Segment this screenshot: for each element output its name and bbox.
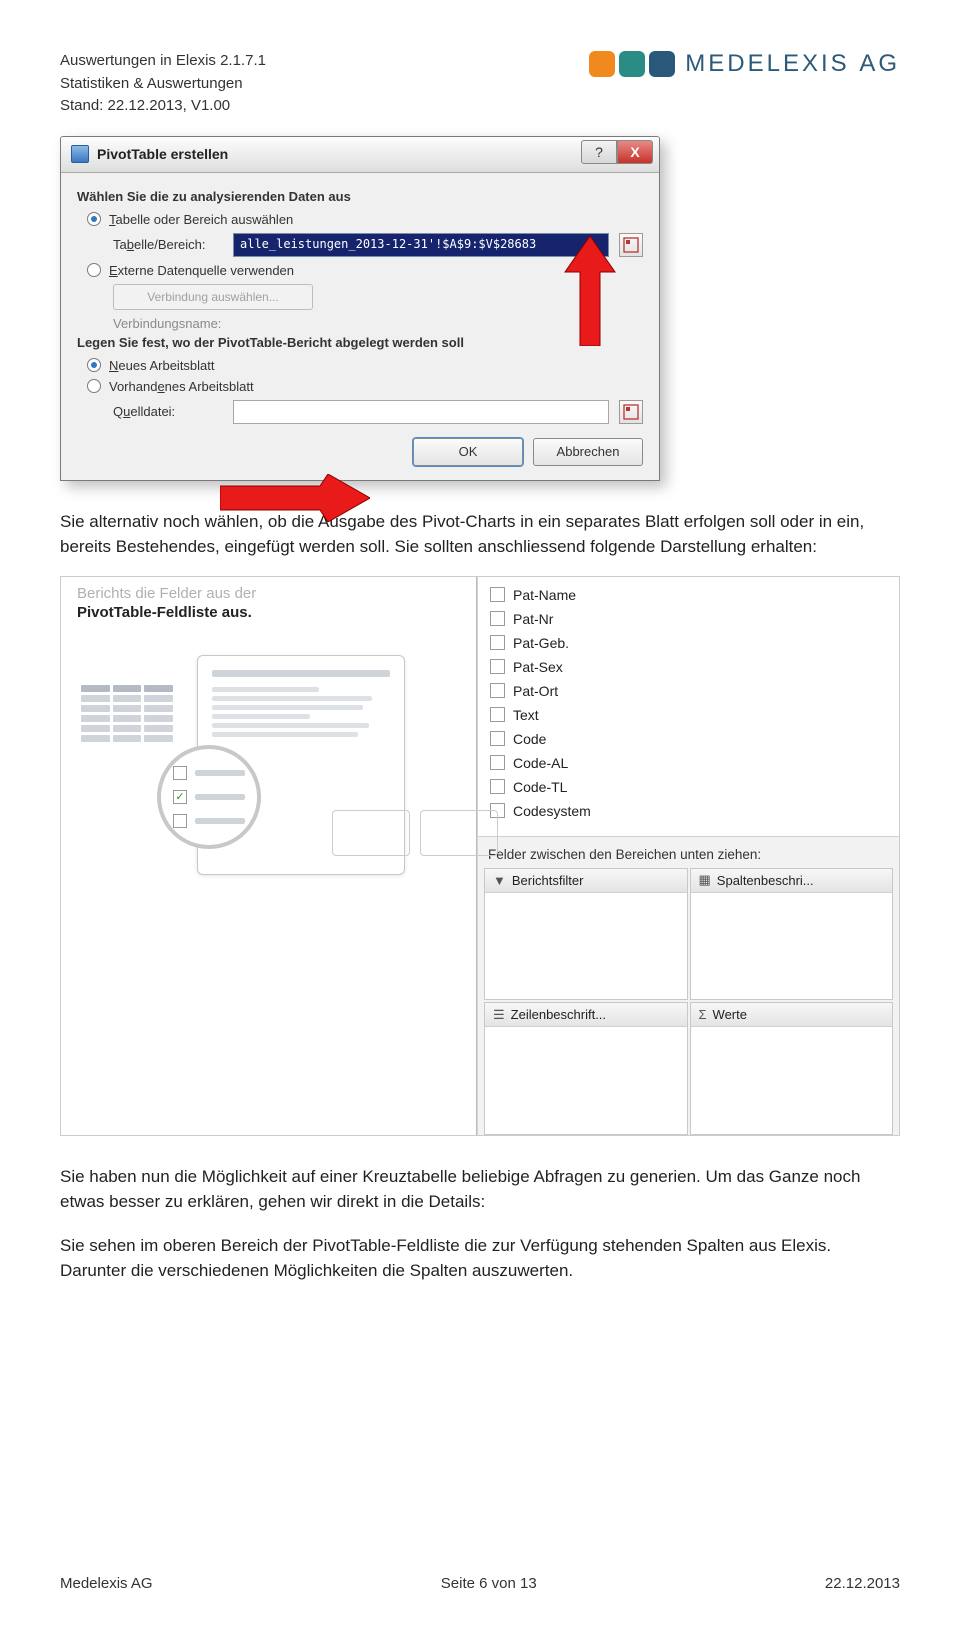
range-label: Tabelle/Bereich: [113,237,223,252]
red-arrow-icon [560,236,620,346]
document-footer: Medelexis AG Seite 6 von 13 22.12.2013 [60,1575,900,1592]
help-button[interactable]: ? [581,140,617,164]
footer-left: Medelexis AG [60,1575,153,1592]
field-list-item[interactable]: Pat-Name [484,583,893,607]
gray-hint-text: Berichts die Felder aus der [77,585,460,602]
brand: MEDELEXIS AG [589,50,900,78]
doc-meta: Auswertungen in Elexis 2.1.7.1 Statistik… [60,50,266,118]
checkbox-icon[interactable] [490,635,505,650]
section-location: Legen Sie fest, wo der PivotTable-Berich… [77,335,643,350]
radio-existing-sheet[interactable]: Vorhandenes Arbeitsblatt [87,379,643,394]
body-paragraph: Sie sehen im oberen Bereich der PivotTab… [60,1233,900,1284]
doc-title: Auswertungen in Elexis 2.1.7.1 [60,50,266,73]
checkbox-icon[interactable] [490,755,505,770]
pivot-field-list: Pat-Name Pat-Nr Pat-Geb. Pat-Sex Pat-Ort… [478,577,899,837]
checkbox-icon[interactable] [490,779,505,794]
field-list-item[interactable]: Code-TL [484,775,893,799]
zone-report-filter[interactable]: ▼Berichtsfilter [484,868,688,1001]
radio-icon [87,263,101,277]
columns-icon: ▦ [699,872,711,888]
field-list-item[interactable]: Text [484,703,893,727]
checkbox-icon[interactable] [490,707,505,722]
checkbox-icon[interactable] [490,611,505,626]
checkbox-icon[interactable] [490,731,505,746]
source-input[interactable] [233,400,609,424]
pivot-illustration-icon: ✓ [77,655,407,885]
source-label: Quelldatei: [113,404,223,419]
rows-icon: ☰ [493,1007,505,1023]
filter-icon: ▼ [493,873,506,888]
field-list-item[interactable]: Pat-Geb. [484,631,893,655]
range-picker-button[interactable] [619,233,643,257]
footer-page: Seite 6 von 13 [441,1575,537,1592]
radio-table-range[interactable]: Tabelle oder Bereich auswählen [87,212,643,227]
range-input[interactable]: alle_leistungen_2013-12-31'!$A$9:$V$2868… [233,233,609,257]
red-arrow-icon [220,474,370,522]
close-button[interactable]: X [617,140,653,164]
section-data-source: Wählen Sie die zu analysierenden Daten a… [77,189,643,204]
dialog-titlebar[interactable]: PivotTable erstellen ? X [61,137,659,173]
cancel-button[interactable]: Abbrechen [533,438,643,466]
doc-subtitle: Statistiken & Auswertungen [60,73,266,96]
sigma-icon: Σ [699,1007,707,1022]
brand-logo-icon [589,51,675,77]
field-list-item[interactable]: Pat-Ort [484,679,893,703]
zone-values[interactable]: ΣWerte [690,1002,894,1135]
checkbox-icon[interactable] [490,683,505,698]
pivot-fieldlist-hint: PivotTable-Feldliste aus. [77,604,460,621]
field-list-item[interactable]: Code-AL [484,751,893,775]
dialog-title: PivotTable erstellen [97,146,228,162]
body-paragraph: Sie alternativ noch wählen, ob die Ausga… [60,509,900,560]
radio-icon [87,358,101,372]
footer-date: 22.12.2013 [825,1575,900,1592]
radio-icon [87,212,101,226]
checkbox-icon[interactable] [490,587,505,602]
source-picker-button[interactable] [619,400,643,424]
pivot-icon [71,145,89,163]
checkbox-icon[interactable] [490,659,505,674]
doc-version: Stand: 22.12.2013, V1.00 [60,95,266,118]
brand-name: MEDELEXIS AG [685,50,900,78]
zone-row-labels[interactable]: ☰Zeilenbeschrift... [484,1002,688,1135]
radio-new-sheet[interactable]: Neues Arbeitsblatt [87,358,643,373]
ok-button[interactable]: OK [413,438,523,466]
document-header: Auswertungen in Elexis 2.1.7.1 Statistik… [60,50,900,118]
drag-instructions: Felder zwischen den Bereichen unten zieh… [478,837,899,868]
pivot-layout-screenshot: Berichts die Felder aus der PivotTable-F… [60,576,900,1136]
field-list-item[interactable]: Pat-Nr [484,607,893,631]
zone-column-labels[interactable]: ▦Spaltenbeschri... [690,868,894,1001]
field-list-item[interactable]: Pat-Sex [484,655,893,679]
field-list-item[interactable]: Code [484,727,893,751]
body-paragraph: Sie haben nun die Möglichkeit auf einer … [60,1164,900,1215]
radio-icon [87,379,101,393]
choose-connection-button: Verbindung auswählen... [113,284,313,310]
field-list-item[interactable]: Codesystem [484,799,893,823]
